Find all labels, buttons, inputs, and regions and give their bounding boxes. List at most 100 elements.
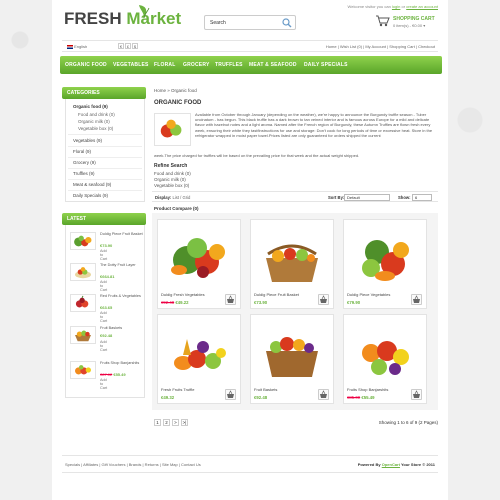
search-input[interactable]: Search <box>204 15 296 30</box>
product-image[interactable] <box>163 319 235 383</box>
divider <box>68 157 142 158</box>
product-image[interactable] <box>256 319 328 383</box>
footer-links[interactable]: Specials | Affiliates | Gift Vouchers | … <box>65 462 201 467</box>
store-logo[interactable]: FRESH Market <box>64 9 181 29</box>
create-account-link[interactable]: create an account <box>406 4 438 9</box>
add-to-cart-link[interactable]: Add to Cart <box>100 340 107 352</box>
fruit-layer-image[interactable] <box>70 263 96 281</box>
product-image[interactable] <box>256 224 328 288</box>
add-to-cart-basket-icon[interactable] <box>411 389 422 400</box>
add-to-cart-basket-icon[interactable] <box>318 294 329 305</box>
language-selector[interactable]: English <box>67 44 87 49</box>
category-vegetable-box[interactable]: Vegetable box (0) <box>78 126 113 131</box>
shopping-cart-widget[interactable]: SHOPPING CART 0 item(s) - €0.00 ▾ <box>375 14 435 29</box>
page-1-link[interactable]: 1 <box>154 419 161 426</box>
login-link[interactable]: login <box>392 4 400 9</box>
currency-selector: € £ $ <box>118 43 139 49</box>
leaf-icon <box>139 5 150 18</box>
nav-item-organic-food[interactable]: ORGANIC FOOD <box>65 62 107 68</box>
currency-pound[interactable]: £ <box>125 43 131 49</box>
product-card: Duldig Piece Vegetables €79.90 <box>343 219 427 309</box>
show-select[interactable]: 6 <box>412 193 432 201</box>
uk-flag-icon <box>67 44 73 49</box>
divider <box>68 146 142 147</box>
category-grocery[interactable]: Grocery (9) <box>73 160 96 165</box>
category-food-drink[interactable]: Food and drink (0) <box>78 112 115 117</box>
product-filter-bar: Display: List / Grid Sort By: Default Sh… <box>152 191 438 202</box>
refine-link[interactable]: Vegetable box (0) <box>154 183 189 188</box>
refine-link[interactable]: Organic milk (0) <box>154 177 186 182</box>
product-image[interactable] <box>349 319 421 383</box>
product-image[interactable] <box>163 224 235 288</box>
main-navigation: ORGANIC FOOD VEGETABLES FLORAL GROCERY T… <box>60 56 442 74</box>
refine-link[interactable]: Food and drink (0) <box>154 171 191 176</box>
show-label: Show: <box>398 195 411 200</box>
add-to-cart-link[interactable]: Add to Cart <box>100 378 107 390</box>
display-toggle[interactable]: Display: List / Grid <box>155 195 190 200</box>
product-card: Fruits Shop Banjarshits €85.00 €55.49 <box>343 314 427 404</box>
footer: Specials | Affiliates | Gift Vouchers | … <box>62 455 438 473</box>
category-organic-food[interactable]: Organic food (9) <box>73 104 108 109</box>
sort-select[interactable]: Default <box>344 193 390 201</box>
product-name[interactable]: Fresh Fruits Truffle <box>161 387 195 392</box>
product-name[interactable]: Duldig Fresh Vegetables <box>161 292 205 297</box>
category-floral[interactable]: Floral (9) <box>73 149 91 154</box>
nav-item-truffles[interactable]: TRUFFLES <box>215 62 243 68</box>
cart-title: SHOPPING CART <box>393 16 435 22</box>
results-count: Showing 1 to 6 of 9 (2 Pages) <box>378 420 438 425</box>
nav-item-daily-specials[interactable]: DAILY SPECIALS <box>304 62 348 68</box>
add-to-cart-basket-icon[interactable] <box>411 294 422 305</box>
divider <box>68 168 142 169</box>
search-icon[interactable] <box>282 18 292 28</box>
category-vegetables[interactable]: Vegetables (9) <box>73 138 102 143</box>
product-price: €73.90 <box>254 300 268 305</box>
product-name[interactable]: Fruit Baskets <box>254 387 277 392</box>
product-card: Fresh Fruits Truffle €49.32 <box>157 314 241 404</box>
nav-item-grocery[interactable]: GROCERY <box>183 62 210 68</box>
latest-header: LATEST <box>62 213 146 225</box>
product-name[interactable]: Duldig Piece Fruit Basket <box>254 292 299 297</box>
cart-summary[interactable]: 0 item(s) - €0.00 ▾ <box>393 23 425 28</box>
product-price: €92.48 €49.22 <box>161 300 189 305</box>
add-to-cart-link[interactable]: Add to Cart <box>100 311 107 323</box>
account-links[interactable]: Home | Wish List (0) | My Account | Shop… <box>326 44 435 49</box>
opencart-link[interactable]: OpenCart <box>382 462 400 467</box>
add-to-cart-basket-icon[interactable] <box>225 389 236 400</box>
welcome-message: Welcome visitor you can login or create … <box>347 4 438 9</box>
product-name[interactable]: Fruits Shop Banjarshits <box>347 387 388 392</box>
add-to-cart-link[interactable]: Add to Cart <box>100 280 107 292</box>
category-truffles[interactable]: Truffles (9) <box>73 171 95 176</box>
nav-item-floral[interactable]: FLORAL <box>154 62 175 68</box>
category-organic-milk[interactable]: Organic milk (0) <box>78 119 110 124</box>
product-card: Fruit Baskets €92.48 <box>250 314 334 404</box>
vegetables-image[interactable] <box>70 232 96 250</box>
product-name[interactable]: Duldig Piece Vegetables <box>347 292 390 297</box>
product-image[interactable] <box>349 224 421 288</box>
product-price: €79.90 <box>347 300 361 305</box>
pagination: 1 2 > >| <box>154 419 190 426</box>
next-page-link[interactable]: > <box>172 419 179 426</box>
last-page-link[interactable]: >| <box>181 419 188 426</box>
add-to-cart-link[interactable]: Add to Cart <box>100 249 107 261</box>
add-to-cart-basket-icon[interactable] <box>225 294 236 305</box>
divider <box>68 134 142 135</box>
currency-euro[interactable]: € <box>118 43 124 49</box>
product-card: Duldig Piece Fruit Basket €73.90 <box>250 219 334 309</box>
category-description-cont: week.The price charged for truffles will… <box>154 153 360 158</box>
breadcrumb[interactable]: Home » Organic food <box>154 88 197 93</box>
divider <box>68 179 142 180</box>
nav-item-vegetables[interactable]: VEGETABLES <box>113 62 149 68</box>
fruit-shop-image[interactable] <box>70 361 96 379</box>
category-daily-specials[interactable]: Daily Specials (9) <box>73 193 108 198</box>
sort-label: Sort By: <box>328 195 345 200</box>
nav-item-meat-seafood[interactable]: MEAT & SEAFOOD <box>249 62 297 68</box>
add-to-cart-basket-icon[interactable] <box>318 389 329 400</box>
category-meat-seafood[interactable]: Meat & seafood (9) <box>73 182 111 187</box>
product-card: Duldig Fresh Vegetables €92.48 €49.22 <box>157 219 241 309</box>
page-2-link[interactable]: 2 <box>163 419 170 426</box>
product-compare-link[interactable]: Product Compare (0) <box>154 206 199 211</box>
red-fruits-image[interactable] <box>70 294 96 312</box>
fruit-basket-image[interactable] <box>70 326 96 344</box>
currency-dollar[interactable]: $ <box>132 43 138 49</box>
top-bar: English € £ $ Home | Wish List (0) | My Ac… <box>62 40 438 52</box>
